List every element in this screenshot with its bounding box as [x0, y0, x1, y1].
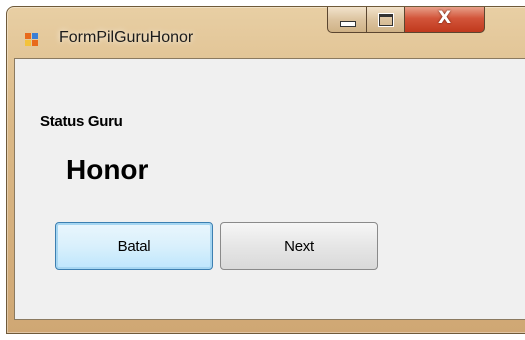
next-button[interactable]: Next — [220, 222, 378, 270]
minimize-button[interactable] — [327, 7, 367, 33]
window-title: FormPilGuruHonor — [59, 29, 194, 46]
app-form-icon[interactable] — [25, 33, 39, 46]
caption-buttons: X — [327, 7, 485, 33]
minimize-icon — [340, 21, 356, 27]
status-guru-label: Status Guru — [40, 113, 123, 130]
form-client-area — [14, 58, 525, 320]
maximize-icon — [379, 14, 393, 26]
maximize-button[interactable] — [367, 7, 405, 33]
status-guru-value: Honor — [66, 154, 149, 185]
batal-button[interactable]: Batal — [55, 222, 213, 270]
close-button[interactable]: X — [405, 7, 485, 33]
close-icon: X — [437, 8, 452, 28]
